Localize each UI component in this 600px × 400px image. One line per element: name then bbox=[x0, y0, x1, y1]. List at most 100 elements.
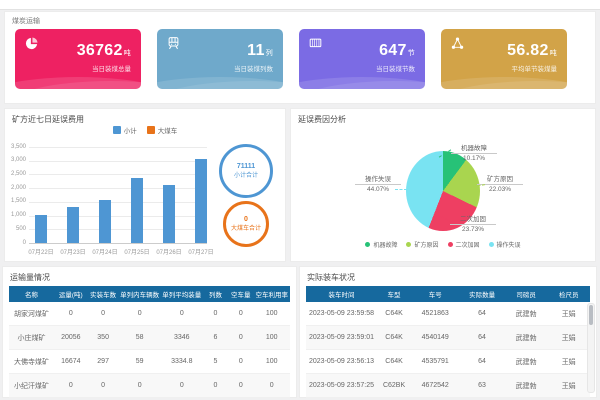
x-axis-tick: 07月27日 bbox=[184, 247, 218, 256]
delay-cause-title: 延误费因分析 bbox=[298, 114, 346, 125]
legend-dot bbox=[365, 242, 370, 247]
column-header: 检尺员 bbox=[547, 286, 590, 302]
bar-chart: 05001,0001,5002,0002,5003,0003,50007月22日… bbox=[5, 109, 285, 261]
legend-item[interactable]: 机器故障 bbox=[365, 240, 397, 249]
table-row: 胡家河煤矿000000100 bbox=[9, 302, 290, 326]
table-cell: C64K bbox=[377, 302, 411, 326]
table-cell: 0 bbox=[161, 302, 203, 326]
kpi-number: 56.82 bbox=[507, 42, 549, 59]
bar[interactable] bbox=[131, 178, 143, 243]
legend-item[interactable]: 二次加固 bbox=[448, 240, 480, 249]
section-label: 煤炭运输 bbox=[12, 16, 40, 26]
table-row: 2023-05-09 23:56:13C64K453579164武建勃王娟 bbox=[306, 350, 590, 374]
pie-slice-percent: 22.03% bbox=[477, 185, 523, 193]
kpi-label: 当日装煤节数 bbox=[376, 63, 415, 73]
table-cell: 0 bbox=[253, 374, 290, 398]
gridline bbox=[29, 147, 207, 148]
table-cell: 大佛寺煤矿 bbox=[9, 350, 54, 374]
scrollbar-thumb[interactable] bbox=[589, 305, 593, 325]
y-axis-tick: 3,500 bbox=[5, 144, 26, 150]
table-row: 大佛寺煤矿16674297593334.850100 bbox=[9, 350, 290, 374]
kpi-unit: 吨 bbox=[550, 50, 557, 57]
legend-item[interactable]: 矿方原因 bbox=[406, 240, 438, 249]
pie-slice-name: 机器故障 bbox=[451, 142, 497, 154]
column-header: 实装车数 bbox=[88, 286, 119, 302]
legend-dot bbox=[406, 242, 411, 247]
x-axis-tick: 07月23日 bbox=[56, 247, 90, 256]
gridline bbox=[29, 161, 207, 162]
transport-table-title: 运输量情况 bbox=[10, 272, 50, 283]
table-cell: 100 bbox=[253, 302, 290, 326]
column-header: 装车时间 bbox=[306, 286, 377, 302]
bar[interactable] bbox=[163, 185, 175, 243]
table-row: 2023-05-09 23:59:01C64K454014964武建勃王娟 bbox=[306, 326, 590, 350]
pie-slice-name: 二次加固 bbox=[450, 213, 496, 225]
table-cell: 100 bbox=[253, 350, 290, 374]
table-row: 2023-05-09 23:59:58C64K452186364武建勃王娟 bbox=[306, 302, 590, 326]
table-cell: 0 bbox=[203, 302, 228, 326]
table-cell: 4521863 bbox=[411, 302, 459, 326]
table-row: 小纪汗煤矿0000000 bbox=[9, 374, 290, 398]
table-row: 2023-05-09 23:57:25C62BK467254263武建勃王娟 bbox=[306, 374, 590, 398]
loading-table-title: 实际装车状况 bbox=[307, 272, 355, 283]
ring-value: 71111 bbox=[237, 163, 255, 170]
total-ring: 0大煤车合计 bbox=[223, 201, 269, 247]
x-axis-tick: 07月22日 bbox=[24, 247, 58, 256]
column-header: 空车利用率 bbox=[253, 286, 290, 302]
table-cell: 武建勃 bbox=[505, 374, 548, 398]
table-cell: 4540149 bbox=[411, 326, 459, 350]
y-axis-tick: 1,000 bbox=[5, 212, 26, 218]
column-header: 名称 bbox=[9, 286, 54, 302]
table-cell: 4672542 bbox=[411, 374, 459, 398]
table-cell: 16674 bbox=[54, 350, 88, 374]
bar[interactable] bbox=[99, 200, 111, 243]
table-cell: 0 bbox=[228, 374, 253, 398]
kpi-unit: 列 bbox=[266, 50, 273, 57]
kpi-number: 647 bbox=[379, 42, 407, 59]
bar[interactable] bbox=[67, 207, 79, 243]
table-cell: 王娟 bbox=[547, 326, 590, 350]
kpi-number: 36762 bbox=[77, 42, 123, 59]
table-cell: 武建勃 bbox=[505, 302, 548, 326]
kpi-card: 647节当日装煤节数 bbox=[299, 29, 425, 89]
pie-connector bbox=[395, 189, 407, 190]
legend-label: 矿方原因 bbox=[414, 240, 438, 249]
ring-label: 小计合计 bbox=[234, 170, 258, 179]
total-ring: 71111小计合计 bbox=[219, 144, 273, 198]
kpi-card: 56.82吨平均单节装煤量 bbox=[441, 29, 567, 89]
table-cell: 3334.8 bbox=[161, 350, 203, 374]
table-cell: 武建勃 bbox=[505, 326, 548, 350]
table-cell: 350 bbox=[88, 326, 119, 350]
table-cell: 王娟 bbox=[547, 374, 590, 398]
pie-legend: 机器故障 矿方原因 二次加固操作失误 bbox=[291, 240, 595, 249]
pie-slice-percent: 23.73% bbox=[450, 225, 496, 233]
table-cell: 0 bbox=[119, 302, 161, 326]
table-header-row: 名称运量(吨)实装车数单列内车辆数单列平均装量列数空车量空车利用率 bbox=[9, 286, 290, 302]
table-cell: 0 bbox=[228, 350, 253, 374]
table-cell: 20056 bbox=[54, 326, 88, 350]
table-cell: 297 bbox=[88, 350, 119, 374]
kpi-value: 11列 bbox=[247, 42, 273, 60]
x-axis-tick: 07月25日 bbox=[120, 247, 154, 256]
y-axis-tick: 2,500 bbox=[5, 171, 26, 177]
column-header: 司磅员 bbox=[505, 286, 548, 302]
column-header: 车型 bbox=[377, 286, 411, 302]
table-cell: 0 bbox=[54, 374, 88, 398]
bar[interactable] bbox=[35, 215, 47, 243]
kpi-value: 56.82吨 bbox=[507, 42, 557, 60]
y-axis-tick: 0 bbox=[5, 240, 26, 246]
column-header: 实际数量 bbox=[459, 286, 504, 302]
table-cell: 4535791 bbox=[411, 350, 459, 374]
table-scrollbar[interactable] bbox=[587, 303, 595, 393]
kpi-number: 11 bbox=[247, 42, 265, 59]
table-cell: 3346 bbox=[161, 326, 203, 350]
share-icon bbox=[450, 36, 465, 51]
table-cell: C64K bbox=[377, 326, 411, 350]
table-cell: 64 bbox=[459, 350, 504, 374]
legend-dot bbox=[448, 242, 453, 247]
y-axis-tick: 500 bbox=[5, 226, 26, 232]
table-cell: 王娟 bbox=[547, 302, 590, 326]
bar[interactable] bbox=[195, 159, 207, 243]
pie-slice-label: 矿方原因22.03% bbox=[477, 173, 523, 193]
legend-item[interactable]: 操作失误 bbox=[489, 240, 521, 249]
